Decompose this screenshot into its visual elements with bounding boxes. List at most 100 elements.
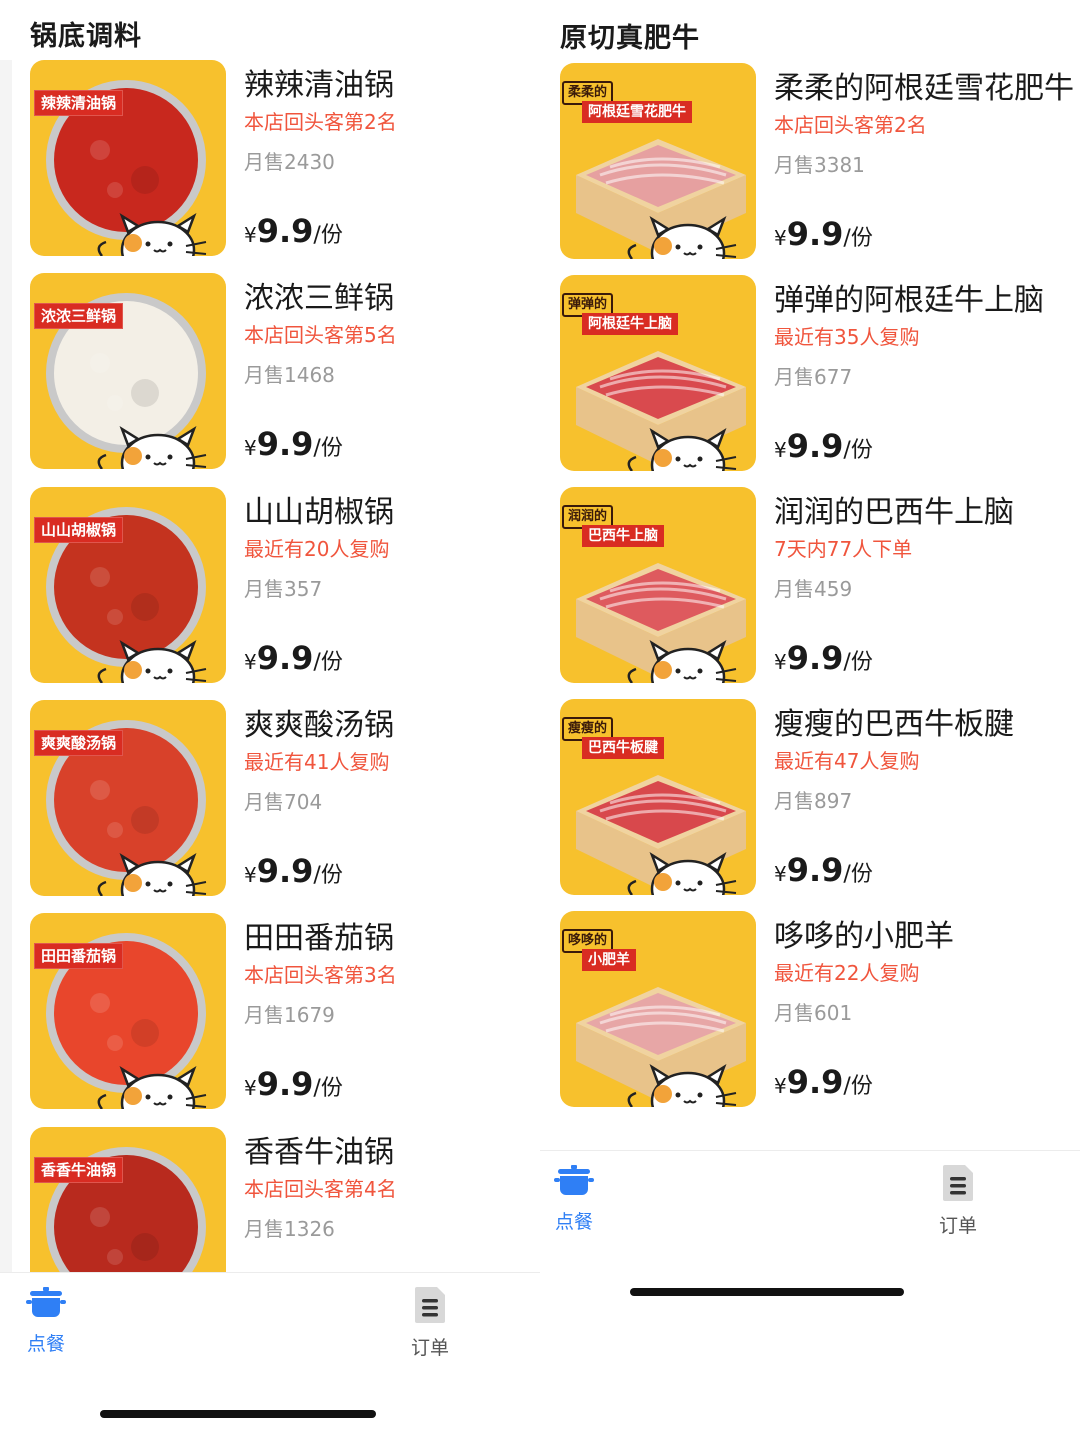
product-tag-sub: 巴西牛板腱 — [582, 737, 664, 759]
category-sidebar-edge — [0, 60, 12, 1272]
product-name: 润润的巴西牛上脑 — [774, 495, 1014, 530]
price-unit: /份 — [843, 438, 873, 463]
price-value: 9.9 — [256, 638, 314, 677]
product-name: 香香牛油锅 — [244, 1134, 394, 1170]
product-price: ¥9.9/份 — [774, 1063, 873, 1101]
product-badge: 最近有41人复购 — [244, 749, 390, 774]
price-value: 9.9 — [786, 1063, 844, 1101]
left-screen: 锅底调料 辣辣清油锅 辣辣清油锅 本店回头客第2名 月售2430 ¥9.9/份 — [0, 0, 540, 1440]
product-tag: 辣辣清油锅 — [34, 90, 124, 116]
monthly-sales: 月售1326 — [244, 1216, 335, 1241]
price-unit: /份 — [313, 1076, 343, 1102]
product-price: ¥9.9/份 — [774, 427, 873, 465]
price-unit: /份 — [313, 649, 343, 675]
product-badge: 本店回头客第4名 — [244, 1176, 397, 1201]
document-icon — [415, 1287, 445, 1323]
product-thumbnail[interactable]: 弹弹的 阿根廷牛上脑 — [560, 275, 756, 471]
price-unit: /份 — [843, 226, 873, 251]
product-item[interactable]: 哆哆的 小肥羊 哆哆的小肥羊 最近有22人复购 月售601 ¥9.9/份 — [560, 911, 1080, 1109]
product-name: 哆哆的小肥羊 — [774, 919, 954, 954]
monthly-sales: 月售357 — [244, 576, 323, 601]
tab-orders[interactable]: 订单 — [918, 1163, 998, 1238]
product-price: ¥9.9/份 — [774, 851, 873, 889]
tab-orders-label: 订单 — [938, 1215, 977, 1237]
product-price: ¥9.9/份 — [774, 639, 873, 677]
pot-icon — [26, 1287, 66, 1317]
product-item[interactable]: 辣辣清油锅 辣辣清油锅 本店回头客第2名 月售2430 ¥9.9/份 — [30, 60, 540, 258]
price-unit: /份 — [313, 436, 343, 462]
tab-orders-label: 订单 — [410, 1337, 449, 1359]
product-thumbnail[interactable]: 柔柔的 阿根廷雪花肥牛 — [560, 63, 756, 259]
section-title: 原切真肥牛 — [560, 23, 700, 54]
pot-icon — [554, 1165, 594, 1195]
price-unit: /份 — [313, 223, 343, 248]
home-indicator — [100, 1410, 376, 1418]
product-item[interactable]: 弹弹的 阿根廷牛上脑 弹弹的阿根廷牛上脑 最近有35人复购 月售677 ¥9.9… — [560, 275, 1080, 473]
product-name: 瘦瘦的巴西牛板腱 — [774, 707, 1014, 742]
product-item[interactable]: 爽爽酸汤锅 爽爽酸汤锅 最近有41人复购 月售704 ¥9.9/份 — [30, 699, 540, 898]
product-item[interactable]: 柔柔的 阿根廷雪花肥牛 柔柔的阿根廷雪花肥牛 本店回头客第2名 月售3381 ¥… — [560, 63, 1080, 261]
currency-symbol: ¥ — [774, 1074, 787, 1098]
product-badge: 最近有20人复购 — [244, 536, 390, 561]
product-item[interactable]: 田田番茄锅 田田番茄锅 本店回头客第3名 月售1679 ¥9.9/份 — [30, 913, 540, 1111]
product-tag-sub: 阿根廷雪花肥牛 — [582, 101, 692, 123]
product-thumbnail[interactable]: 爽爽酸汤锅 — [30, 699, 226, 896]
product-badge: 本店回头客第3名 — [244, 963, 397, 988]
product-item[interactable]: 山山胡椒锅 山山胡椒锅 最近有20人复购 月售357 ¥9.9/份 — [30, 486, 540, 685]
product-badge: 最近有35人复购 — [774, 325, 920, 349]
product-thumbnail[interactable]: 田田番茄锅 — [30, 913, 226, 1110]
product-name: 山山胡椒锅 — [244, 494, 394, 530]
currency-symbol: ¥ — [774, 226, 787, 250]
price-unit: /份 — [843, 650, 873, 675]
currency-symbol: ¥ — [244, 649, 257, 674]
right-screen: 原切真肥牛 柔柔的 阿根廷雪花肥牛 柔柔的阿根廷雪花肥牛 本店回头客第2名 月售… — [540, 0, 1080, 1440]
price-value: 9.9 — [786, 851, 844, 889]
tab-order-food[interactable]: 点餐 — [540, 1163, 614, 1234]
currency-symbol: ¥ — [244, 1076, 257, 1101]
product-thumbnail[interactable]: 辣辣清油锅 — [30, 60, 226, 256]
monthly-sales: 月售3381 — [774, 153, 865, 177]
product-thumbnail[interactable]: 哆哆的 小肥羊 — [560, 911, 756, 1107]
price-value: 9.9 — [786, 215, 844, 253]
product-thumbnail[interactable]: 浓浓三鲜锅 — [30, 273, 226, 470]
section-title: 锅底调料 — [30, 21, 142, 52]
product-item[interactable]: 瘦瘦的 巴西牛板腱 瘦瘦的巴西牛板腱 最近有47人复购 月售897 ¥9.9/份 — [560, 699, 1080, 897]
currency-symbol: ¥ — [244, 223, 257, 247]
product-price: ¥9.9/份 — [244, 212, 343, 250]
tab-orders[interactable]: 订单 — [390, 1285, 470, 1360]
tab-order-food-label: 点餐 — [26, 1333, 65, 1355]
product-price: ¥9.9/份 — [244, 639, 343, 677]
product-tag-sub: 小肥羊 — [582, 949, 636, 971]
product-item[interactable]: 浓浓三鲜锅 浓浓三鲜锅 本店回头客第5名 月售1468 ¥9.9/份 — [30, 273, 540, 471]
document-icon — [943, 1165, 973, 1201]
product-tag: 爽爽酸汤锅 — [34, 729, 124, 756]
product-badge: 本店回头客第5名 — [244, 323, 397, 348]
product-thumbnail[interactable]: 润润的 巴西牛上脑 — [560, 487, 756, 683]
tab-order-food-label: 点餐 — [554, 1211, 593, 1233]
price-value: 9.9 — [256, 425, 314, 464]
currency-symbol: ¥ — [774, 862, 787, 886]
monthly-sales: 月售1679 — [244, 1003, 335, 1028]
product-thumbnail[interactable]: 瘦瘦的 巴西牛板腱 — [560, 699, 756, 895]
product-thumbnail[interactable]: 山山胡椒锅 — [30, 486, 226, 683]
price-value: 9.9 — [786, 427, 844, 465]
price-unit: /份 — [313, 862, 343, 888]
product-tag: 田田番茄锅 — [34, 943, 124, 970]
product-price: ¥9.9/份 — [774, 215, 873, 253]
currency-symbol: ¥ — [244, 862, 257, 887]
monthly-sales: 月售897 — [774, 789, 853, 813]
product-price: ¥9.9/份 — [244, 852, 343, 890]
product-name: 弹弹的阿根廷牛上脑 — [774, 283, 1044, 318]
product-price: ¥9.9/份 — [244, 425, 343, 463]
product-item[interactable]: 润润的 巴西牛上脑 润润的巴西牛上脑 7天内77人下单 月售459 ¥9.9/份 — [560, 487, 1080, 685]
monthly-sales: 月售1468 — [244, 363, 335, 388]
currency-symbol: ¥ — [774, 438, 787, 462]
monthly-sales: 月售601 — [774, 1001, 853, 1025]
product-name: 浓浓三鲜锅 — [244, 281, 394, 317]
monthly-sales: 月售2430 — [244, 150, 335, 174]
monthly-sales: 月售459 — [774, 577, 853, 601]
product-tag: 山山胡椒锅 — [34, 516, 124, 543]
product-tag: 香香牛油锅 — [34, 1156, 124, 1183]
price-value: 9.9 — [786, 639, 844, 677]
tab-order-food[interactable]: 点餐 — [6, 1285, 86, 1356]
